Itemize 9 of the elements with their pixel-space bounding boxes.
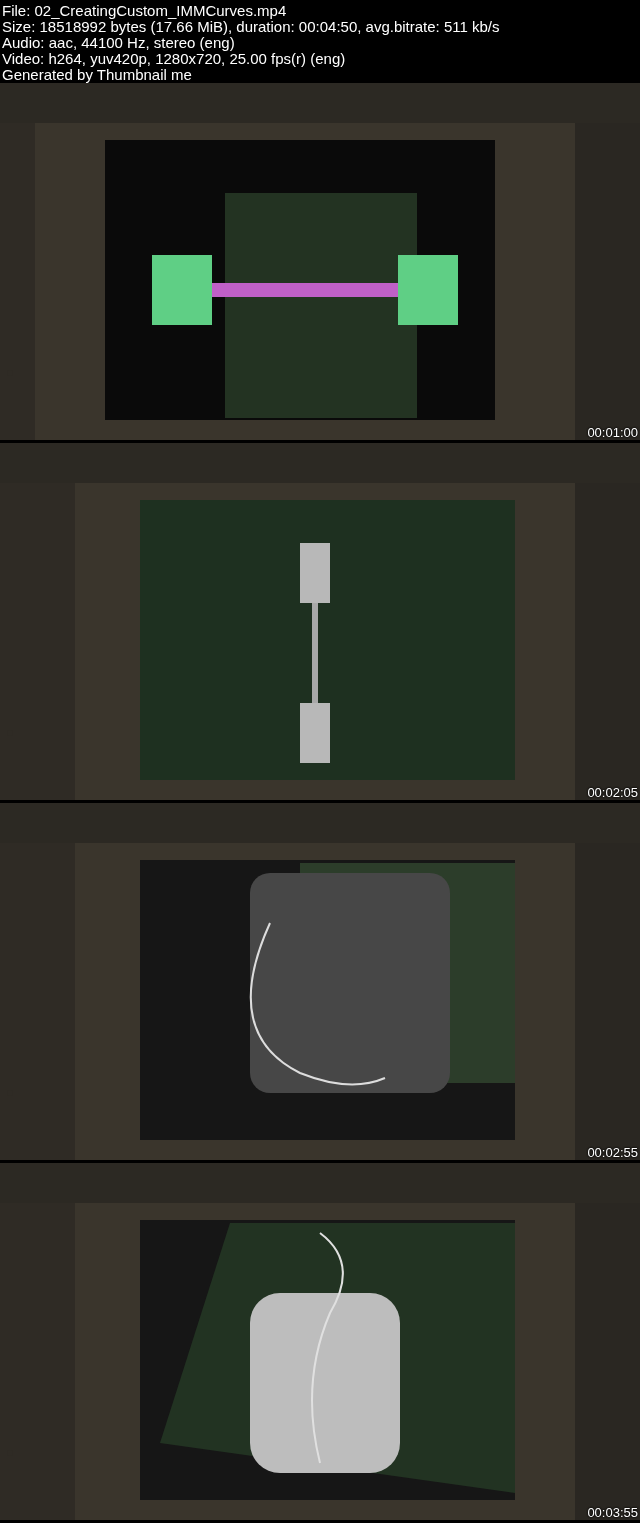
info-line: Video: h264, yuv420p, 1280x720, 25.00 fps(r) (eng) [2, 51, 346, 67]
timestamp: 00:03:55 [587, 1505, 638, 1520]
info-line: Audio: aac, 44100 Hz, stereo (eng) [2, 35, 235, 51]
timestamp: 00:02:55 [587, 1145, 638, 1160]
info-line: File: 02_CreatingCustom_IMMCurves.mp4 [2, 3, 287, 19]
info-line: Size: 18518992 bytes (17.66 MiB), duration: 00:04:50, avg.bitrate: 511 kb/s [2, 19, 500, 35]
info-line: Generated by Thumbnail me [2, 67, 192, 83]
timestamp: 00:02:05 [587, 785, 638, 800]
timestamp: 00:01:00 [587, 425, 638, 440]
